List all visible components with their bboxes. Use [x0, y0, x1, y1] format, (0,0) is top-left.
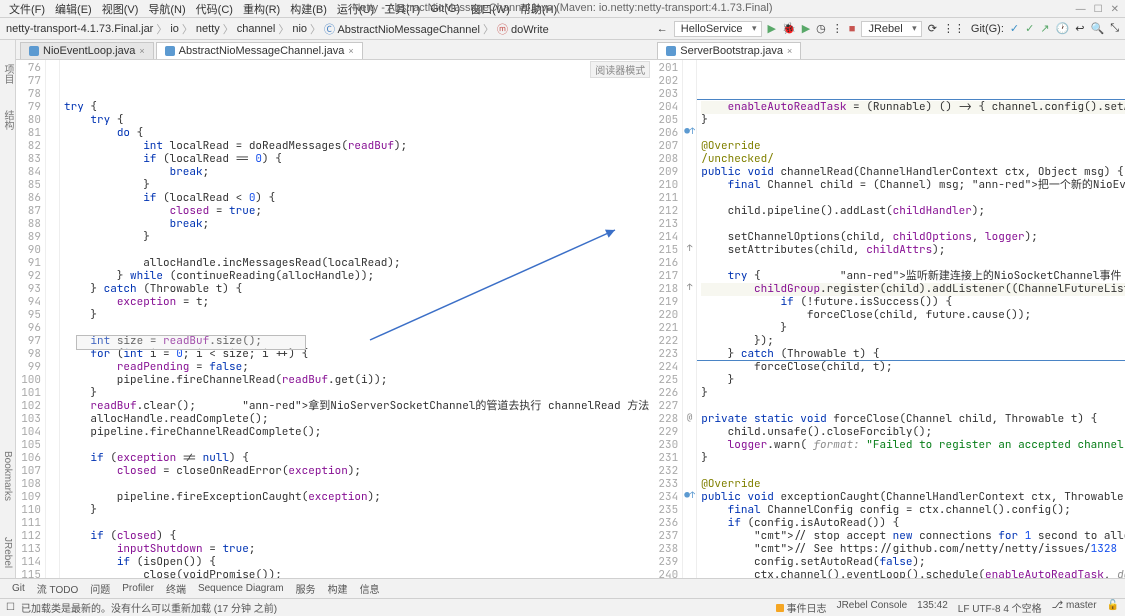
status-encoding[interactable]: LF UTF-8 4 个空格	[958, 600, 1042, 615]
minimize-icon[interactable]: —	[1076, 4, 1086, 15]
breadcrumb-item[interactable]: channel	[237, 23, 276, 35]
bottom-tool-button[interactable]: 流 TODO	[31, 581, 84, 596]
reload-icon[interactable]: ⟳	[928, 22, 937, 35]
editor-tabs-left: NioEventLoop.java×AbstractNioMessageChan…	[16, 40, 653, 60]
coverage-icon[interactable]: ▶	[802, 22, 810, 35]
navigation-toolbar: netty-transport-4.1.73.Final.jar〉io〉nett…	[0, 18, 1125, 40]
git-update-icon[interactable]: ✓	[1010, 22, 1019, 35]
editor-tab[interactable]: NioEventLoop.java×	[20, 42, 154, 59]
attach-icon[interactable]: ⋮	[832, 22, 843, 35]
breadcrumb-item[interactable]: io	[170, 23, 179, 35]
git-push-icon[interactable]: ↗	[1040, 22, 1049, 35]
code-editor-right[interactable]: 2012022032042052062072082092102112122132…	[653, 60, 1125, 578]
menu-item[interactable]: 编辑(E)	[50, 1, 97, 17]
bottom-tool-button[interactable]: Git	[6, 583, 31, 594]
menu-bar: 文件(F)编辑(E)视图(V)导航(N)代码(C)重构(R)构建(B)运行(U)…	[0, 0, 1125, 18]
close-tab-icon[interactable]: ×	[787, 46, 792, 56]
status-bar: ☐ 已加载类是最新的。没有什么可以重新加载 (17 分钟 之前) 事件日志 JR…	[0, 598, 1125, 616]
code-editor-left[interactable]: 7677787980818283848586878889909192939495…	[16, 60, 653, 578]
expand-icon[interactable]: ⤡	[1110, 22, 1119, 35]
stop-icon[interactable]: ■	[849, 23, 856, 35]
breadcrumb-item[interactable]: netty	[196, 23, 220, 35]
debug-icon[interactable]: 🐞	[782, 22, 796, 35]
close-tab-icon[interactable]: ×	[139, 46, 144, 56]
bottom-tool-button[interactable]: 服务	[290, 581, 322, 596]
tool-project[interactable]: 项目	[0, 64, 15, 84]
menu-item[interactable]: 文件(F)	[4, 1, 50, 17]
menu-item[interactable]: 视图(V)	[97, 1, 144, 17]
bottom-tool-button[interactable]: Profiler	[116, 583, 160, 594]
status-event-log[interactable]: 事件日志	[776, 600, 827, 615]
run-icon[interactable]: ▶	[768, 22, 776, 35]
back-icon[interactable]: ←	[657, 23, 668, 35]
breadcrumb-item[interactable]: nio	[292, 23, 307, 35]
tool-structure[interactable]: 结构	[0, 110, 15, 130]
more-icon[interactable]: ⋮⋮	[943, 22, 965, 35]
status-icon[interactable]: ☐	[6, 602, 15, 613]
left-tool-stripe: 项目 结构 Bookmarks JRebel	[0, 40, 16, 578]
status-jrebel[interactable]: JRebel Console	[837, 600, 908, 615]
git-label: Git(G):	[971, 23, 1004, 35]
menu-item[interactable]: 导航(N)	[143, 1, 190, 17]
jrebel-select[interactable]: JRebel	[861, 21, 921, 37]
status-lock-icon[interactable]: 🔓	[1107, 600, 1119, 615]
menu-item[interactable]: Git(G)	[425, 3, 465, 15]
breadcrumb-item[interactable]: netty-transport-4.1.73.Final.jar	[6, 23, 153, 35]
bottom-tool-button[interactable]: 构建	[322, 581, 354, 596]
tool-jrebel[interactable]: JRebel	[2, 537, 13, 568]
menu-item[interactable]: 重构(R)	[238, 1, 285, 17]
window-controls: — ☐ ✕	[1076, 4, 1119, 15]
git-history-icon[interactable]: 🕐	[1056, 22, 1070, 35]
status-message: 已加载类是最新的。没有什么可以重新加载 (17 分钟 之前)	[21, 600, 277, 615]
bottom-tool-button[interactable]: 终端	[160, 581, 192, 596]
status-git-branch[interactable]: ⎇ master	[1052, 600, 1097, 615]
close-tab-icon[interactable]: ×	[348, 46, 353, 56]
editor-tab[interactable]: ServerBootstrap.java×	[657, 42, 801, 59]
editor-tabs-right: ServerBootstrap.java×	[653, 40, 1125, 60]
menu-item[interactable]: 工具(T)	[379, 1, 425, 17]
menu-item[interactable]: 帮助(H)	[515, 1, 562, 17]
menu-item[interactable]: 构建(B)	[285, 1, 332, 17]
bottom-tool-button[interactable]: 信息	[354, 581, 386, 596]
search-icon[interactable]: 🔍	[1090, 22, 1104, 35]
menu-item[interactable]: 代码(C)	[191, 1, 238, 17]
close-icon[interactable]: ✕	[1111, 4, 1119, 15]
status-caret-pos[interactable]: 135:42	[917, 600, 948, 615]
tool-bookmarks[interactable]: Bookmarks	[2, 451, 13, 501]
menu-item[interactable]: 窗口(W)	[465, 1, 515, 17]
breadcrumb-item[interactable]: Ⓒ AbstractNioMessageChannel	[324, 21, 480, 37]
git-commit-icon[interactable]: ✓	[1025, 22, 1034, 35]
bottom-tool-stripe: Git流 TODO问题Profiler终端Sequence Diagram服务构…	[0, 578, 1125, 598]
bottom-tool-button[interactable]: Sequence Diagram	[192, 583, 290, 594]
menu-item[interactable]: 运行(U)	[332, 1, 379, 17]
breadcrumb-item[interactable]: ⓜ doWrite	[497, 21, 549, 37]
git-rollback-icon[interactable]: ↩	[1075, 22, 1084, 35]
editor-tab[interactable]: AbstractNioMessageChannel.java×	[156, 42, 363, 59]
bottom-tool-button[interactable]: 问题	[84, 581, 116, 596]
maximize-icon[interactable]: ☐	[1094, 4, 1103, 15]
run-config-select[interactable]: HelloService	[674, 21, 762, 37]
reader-mode-chip[interactable]: 阅读器模式	[590, 61, 650, 78]
breadcrumb: netty-transport-4.1.73.Final.jar〉io〉nett…	[6, 21, 549, 37]
profile-icon[interactable]: ◷	[816, 22, 826, 35]
